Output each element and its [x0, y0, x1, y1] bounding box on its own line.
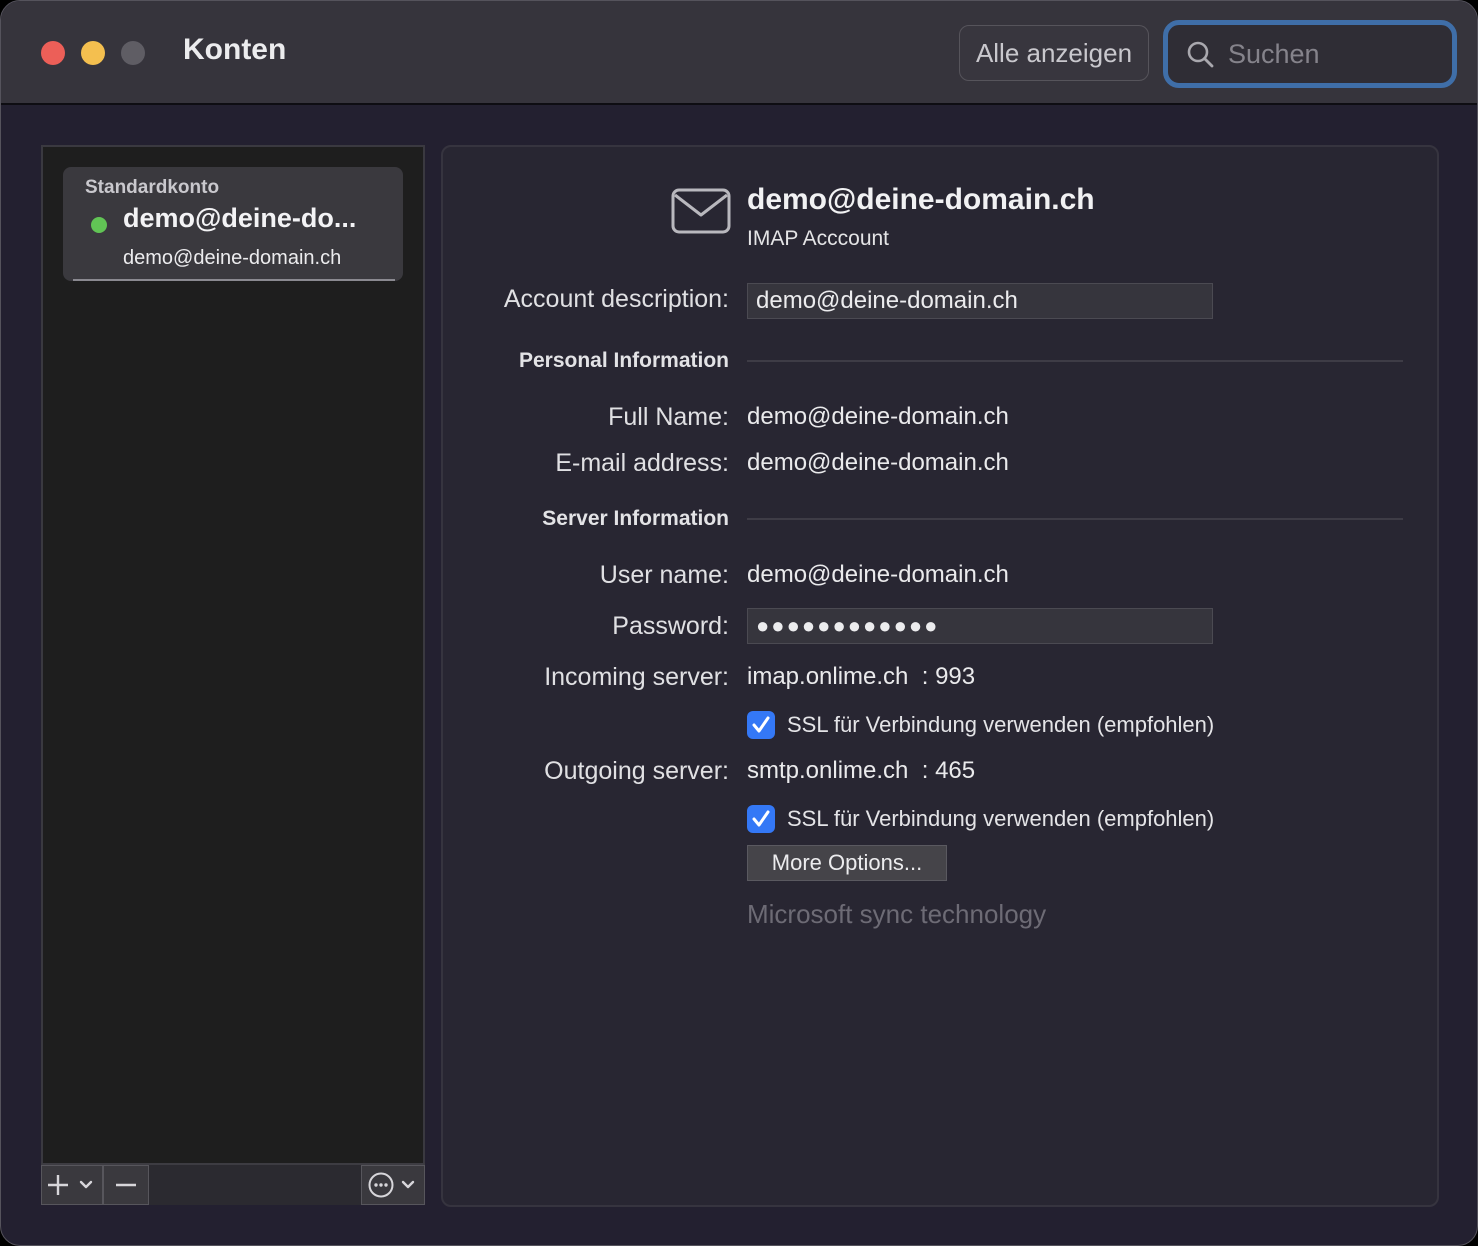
full-name-value: demo@deine-domain.ch: [747, 403, 1009, 430]
close-button[interactable]: [41, 41, 65, 65]
checkmark-icon: [752, 716, 770, 733]
accounts-window: Konten Alle anzeigen Standardkonto demo@…: [0, 0, 1478, 1246]
show-all-button[interactable]: Alle anzeigen: [959, 25, 1149, 81]
account-title: demo@deine-domain.ch: [747, 183, 1095, 216]
email-address-label: E-mail address:: [555, 449, 729, 477]
outgoing-ssl-checkbox[interactable]: [747, 805, 775, 833]
outgoing-server-label: Outgoing server:: [544, 757, 729, 785]
zoom-button[interactable]: [121, 41, 145, 65]
account-description-field[interactable]: demo@deine-domain.ch: [747, 283, 1213, 319]
ellipsis-circle-icon: [368, 1172, 415, 1198]
full-name-label: Full Name:: [608, 403, 729, 431]
incoming-server-value: imap.onlime.ch : 993: [747, 663, 976, 690]
outgoing-ssl-option[interactable]: SSL für Verbindung verwenden (empfohlen): [747, 805, 1214, 833]
section-divider: [747, 360, 1403, 362]
incoming-ssl-checkbox[interactable]: [747, 711, 775, 739]
incoming-ssl-label: SSL für Verbindung verwenden (empfohlen): [787, 712, 1215, 737]
title-bar: Konten Alle anzeigen: [1, 1, 1477, 105]
sidebar-toolbar: [41, 1163, 425, 1205]
search-input[interactable]: [1228, 38, 1428, 70]
search-icon: [1187, 41, 1214, 68]
outgoing-server-value: smtp.onlime.ch : 465: [747, 757, 976, 784]
checkmark-icon: [752, 810, 770, 827]
password-field[interactable]: ●●●●●●●●●●●●: [747, 608, 1213, 644]
user-name-label: User name:: [599, 561, 729, 589]
account-name: demo@deine-do...: [123, 203, 357, 233]
incoming-ssl-option[interactable]: SSL für Verbindung verwenden (empfohlen): [747, 711, 1214, 739]
minimize-button[interactable]: [81, 41, 105, 65]
outgoing-ssl-label: SSL für Verbindung verwenden (empfohlen): [787, 806, 1215, 831]
add-account-button[interactable]: [41, 1165, 103, 1205]
remove-account-button[interactable]: [103, 1165, 149, 1205]
incoming-server-label: Incoming server:: [544, 663, 729, 691]
personal-information-heading: Personal Information: [518, 349, 729, 372]
account-list-sidebar: Standardkonto demo@deine-do... demo@dein…: [41, 145, 425, 1205]
server-information-heading: Server Information: [542, 507, 729, 530]
account-type: IMAP Acccount: [747, 227, 890, 250]
account-description-label: Account description:: [503, 285, 729, 313]
account-list-item[interactable]: Standardkonto demo@deine-do... demo@dein…: [63, 167, 403, 281]
more-actions-button[interactable]: [361, 1165, 425, 1205]
account-email: demo@deine-domain.ch: [123, 247, 342, 269]
minus-icon: [116, 1183, 136, 1187]
account-detail-panel: demo@deine-domain.ch IMAP Acccount Accou…: [441, 145, 1439, 1207]
more-options-button[interactable]: More Options...: [747, 845, 947, 881]
online-status-icon: [91, 217, 107, 233]
search-field[interactable]: [1163, 20, 1457, 88]
email-address-value: demo@deine-domain.ch: [747, 449, 1009, 476]
user-name-value: demo@deine-domain.ch: [747, 561, 1009, 588]
envelope-icon: [671, 188, 731, 234]
plus-icon: [48, 1175, 93, 1195]
account-group-header: Standardkonto: [85, 177, 220, 198]
section-divider: [747, 518, 1403, 520]
sync-technology-text: Microsoft sync technology: [747, 899, 1047, 929]
window-title: Konten: [183, 33, 287, 66]
selection-underline: [73, 279, 395, 281]
password-label: Password:: [612, 612, 729, 640]
